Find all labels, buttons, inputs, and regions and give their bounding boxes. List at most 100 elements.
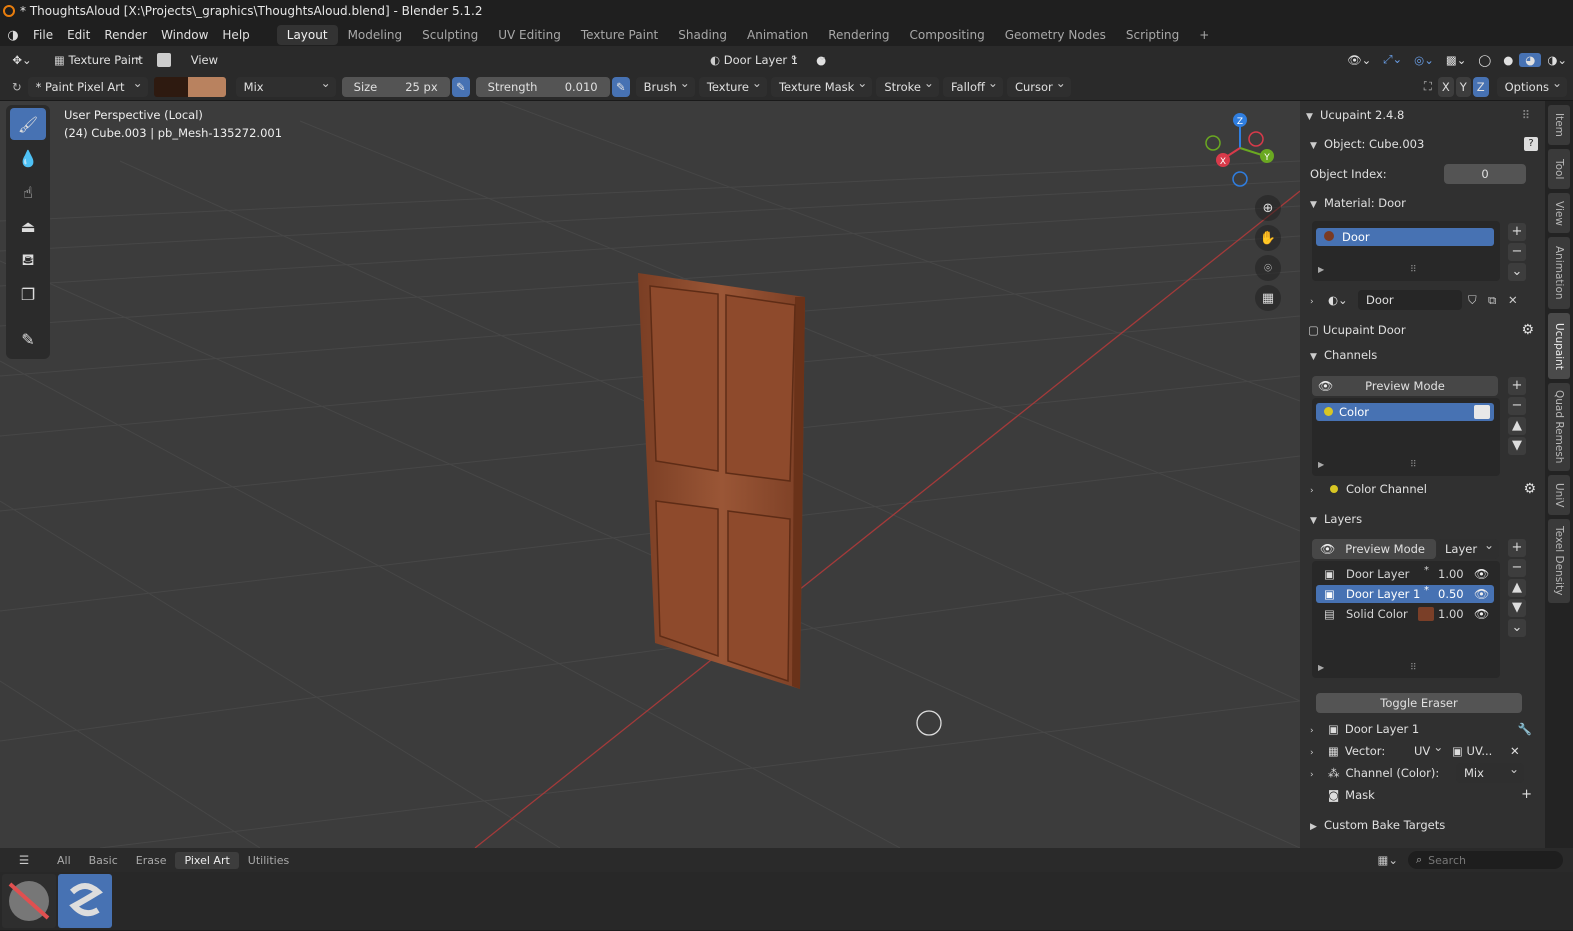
clone-stamp-icon[interactable]: ⏏ bbox=[10, 210, 46, 242]
tab-view[interactable]: View bbox=[1548, 193, 1570, 233]
color-channel-row[interactable]: › Color Channel ⚙ bbox=[1310, 479, 1540, 499]
add-workspace-icon[interactable]: + bbox=[1189, 25, 1219, 45]
perspective-grid-icon[interactable]: ▦ bbox=[1255, 285, 1281, 311]
asset-tab-erase[interactable]: Erase bbox=[127, 852, 176, 869]
menu-brush[interactable]: Brush bbox=[635, 73, 695, 97]
smear-brush-icon[interactable]: ☝ bbox=[10, 176, 46, 208]
list-expand-icon[interactable]: ▶ bbox=[1318, 663, 1324, 672]
workspace-tab-rendering[interactable]: Rendering bbox=[818, 25, 899, 45]
layer-visibility-eye-icon[interactable]: 👁 bbox=[1474, 605, 1489, 623]
shading-material-icon[interactable]: ◕ bbox=[1519, 52, 1542, 67]
add-mask-icon[interactable]: + bbox=[1521, 785, 1532, 805]
strength-field[interactable]: Strength 0.010 bbox=[475, 76, 610, 97]
door-mesh[interactable] bbox=[638, 273, 805, 689]
asset-tab-basic[interactable]: Basic bbox=[80, 852, 127, 869]
paint-mask-icon[interactable] bbox=[156, 52, 171, 67]
workspace-tab-uv-editing[interactable]: UV Editing bbox=[488, 25, 571, 45]
pixel-art-brush-thumbnail[interactable] bbox=[58, 874, 112, 928]
layer-opacity[interactable]: 1.00 bbox=[1438, 565, 1464, 583]
menu-view[interactable]: View bbox=[185, 53, 224, 67]
material-slot-list[interactable]: Door ▶ ⠿ bbox=[1312, 221, 1500, 281]
tab-item[interactable]: Item bbox=[1548, 105, 1570, 145]
asset-tab-utilities[interactable]: Utilities bbox=[239, 852, 298, 869]
remove-layer-icon[interactable]: − bbox=[1508, 559, 1526, 577]
layer-specials-icon[interactable]: ⌄ bbox=[1508, 619, 1526, 637]
move-layer-down-icon[interactable]: ▼ bbox=[1508, 599, 1526, 617]
soften-brush-icon[interactable]: 💧 bbox=[10, 142, 46, 174]
workspace-tab-modeling[interactable]: Modeling bbox=[338, 25, 413, 45]
list-expand-icon[interactable]: ▶ bbox=[1318, 265, 1324, 274]
layer-row-selected[interactable]: ▣ Door Layer 1 * 0.50 👁 bbox=[1316, 585, 1494, 603]
list-resize-handle[interactable]: ⠿ bbox=[1410, 663, 1417, 673]
eraser-brush-thumbnail[interactable] bbox=[2, 874, 56, 928]
workspace-tab-scripting[interactable]: Scripting bbox=[1116, 25, 1189, 45]
uv-map-field[interactable]: ▣ UV... bbox=[1452, 741, 1492, 761]
workspace-tab-animation[interactable]: Animation bbox=[737, 25, 818, 45]
zoom-icon[interactable]: ⊕ bbox=[1255, 195, 1281, 221]
camera-icon[interactable]: ⌾ bbox=[1255, 255, 1281, 281]
mode-dropdown[interactable]: ▦ Texture Paint bbox=[48, 49, 149, 67]
shading-wireframe-icon[interactable]: ◯ bbox=[1472, 53, 1497, 67]
channel-item-color[interactable]: Color bbox=[1316, 403, 1494, 421]
shading-solid-icon[interactable]: ● bbox=[1497, 53, 1519, 67]
workspace-tab-sculpting[interactable]: Sculpting bbox=[412, 25, 488, 45]
material-specials-icon[interactable]: ⌄ bbox=[1508, 263, 1526, 281]
3d-viewport[interactable]: Z Y X User Perspective (Local) (24) Cube… bbox=[0, 101, 1300, 848]
fill-bucket-icon[interactable]: ⛾ bbox=[10, 244, 46, 276]
menu-render[interactable]: Render bbox=[97, 28, 154, 42]
layers-preview-type-dropdown[interactable]: Layer bbox=[1437, 535, 1499, 559]
remove-channel-icon[interactable]: − bbox=[1508, 397, 1526, 415]
layer-select-dropdown[interactable]: ◐ Door Layer 1 bbox=[704, 49, 804, 67]
menu-stroke[interactable]: Stroke bbox=[876, 73, 939, 97]
menu-texture-mask[interactable]: Texture Mask bbox=[770, 73, 873, 97]
material-slot-item[interactable]: Door bbox=[1316, 228, 1494, 246]
remove-material-slot-icon[interactable]: − bbox=[1508, 243, 1526, 261]
display-settings-icon[interactable]: ▦⌄ bbox=[1377, 853, 1398, 867]
solid-color-swatch[interactable] bbox=[1418, 607, 1434, 621]
tab-quad-remesh[interactable]: Quad Remesh bbox=[1548, 383, 1570, 471]
asset-tab-pixel-art[interactable]: Pixel Art bbox=[175, 851, 239, 869]
size-field[interactable]: Size 25 px bbox=[341, 76, 450, 97]
toggle-eraser-button[interactable]: Toggle Eraser bbox=[1316, 693, 1522, 713]
draw-brush-icon[interactable]: 🖌 bbox=[10, 108, 46, 140]
list-resize-handle[interactable]: ⠿ bbox=[1410, 460, 1417, 470]
options-dropdown[interactable]: Options bbox=[1496, 73, 1567, 97]
fake-user-icon[interactable]: ⛉ bbox=[1468, 290, 1477, 310]
add-channel-icon[interactable]: + bbox=[1508, 377, 1526, 395]
annotate-icon[interactable]: ✎ bbox=[10, 323, 46, 355]
vector-type-dropdown[interactable]: UV bbox=[1414, 737, 1448, 761]
channel-blend-dropdown[interactable]: Mix bbox=[1456, 759, 1524, 783]
material-browse-icon[interactable]: ◐⌄ bbox=[1328, 290, 1348, 310]
layers-list[interactable]: ▣ Door Layer * 1.00 👁 ▣ Door Layer 1 * 0… bbox=[1312, 561, 1500, 678]
secondary-color-swatch[interactable] bbox=[187, 76, 226, 97]
editor-type-icon[interactable]: ✥⌄ bbox=[0, 53, 44, 67]
mask-tool-icon[interactable]: ❐ bbox=[10, 278, 46, 310]
layer-row[interactable]: ▤ Solid Color 1.00 👁 bbox=[1316, 605, 1494, 623]
menu-edit[interactable]: Edit bbox=[60, 28, 97, 42]
menu-cursor[interactable]: Cursor bbox=[1006, 73, 1071, 97]
wrench-icon[interactable]: 🔧 bbox=[1518, 719, 1532, 739]
layer-opacity[interactable]: 1.00 bbox=[1438, 605, 1464, 623]
object-subpanel-header[interactable]: ▼ Object: Cube.003? bbox=[1310, 134, 1540, 154]
layer-visibility-eye-icon[interactable]: 👁 bbox=[1474, 565, 1489, 583]
object-index-field[interactable]: 0 bbox=[1444, 164, 1526, 184]
tab-animation[interactable]: Animation bbox=[1548, 237, 1570, 309]
brush-icon[interactable]: ↻ bbox=[6, 80, 28, 94]
blend-mode-dropdown[interactable]: Mix bbox=[235, 73, 336, 97]
menu-texture[interactable]: Texture bbox=[698, 73, 767, 97]
menu-falloff[interactable]: Falloff bbox=[942, 73, 1003, 97]
visibility-icon[interactable]: 👁⌄ bbox=[1341, 53, 1377, 67]
asset-tab-all[interactable]: All bbox=[48, 852, 80, 869]
tab-tool[interactable]: Tool bbox=[1548, 149, 1570, 189]
list-resize-handle[interactable]: ⠿ bbox=[1410, 265, 1417, 275]
gizmo-toggle-icon[interactable]: ⤢⌄ bbox=[1377, 52, 1408, 67]
layers-preview-mode-button[interactable]: 👁 Preview Mode bbox=[1312, 539, 1436, 559]
channels-preview-mode-button[interactable]: 👁 Preview Mode bbox=[1312, 376, 1498, 396]
pan-hand-icon[interactable]: ✋ bbox=[1255, 225, 1281, 251]
tab-univ[interactable]: UniV bbox=[1548, 475, 1570, 515]
move-layer-up-icon[interactable]: ▲ bbox=[1508, 579, 1526, 597]
workspace-tab-layout[interactable]: Layout bbox=[276, 25, 338, 45]
menu-window[interactable]: Window bbox=[154, 28, 215, 42]
strength-pressure-icon[interactable]: ✎ bbox=[611, 76, 630, 97]
material-name-field[interactable]: Door bbox=[1358, 290, 1462, 310]
